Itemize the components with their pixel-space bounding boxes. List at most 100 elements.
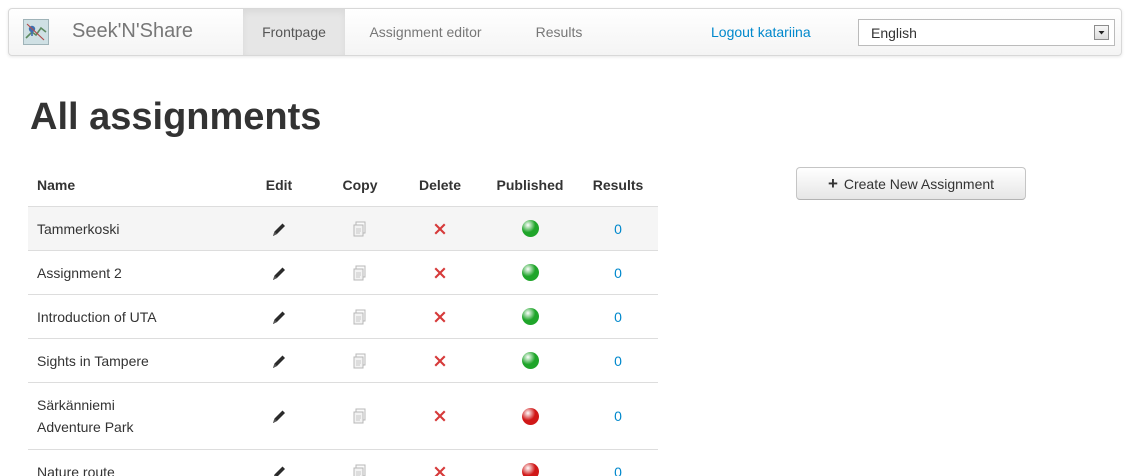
assignment-name: Sights in Tampere — [37, 352, 149, 369]
copy-cell — [322, 250, 398, 295]
dropdown-arrow-icon[interactable] — [1094, 25, 1109, 40]
assignment-name-cell: Assignment 2 — [28, 250, 236, 295]
column-header-published: Published — [496, 177, 564, 193]
edit-cell — [236, 338, 322, 383]
results-cell: 0 — [578, 250, 658, 295]
assignment-name: Tammerkoski — [37, 220, 120, 237]
brand-name[interactable]: Seek'N'Share — [72, 20, 193, 43]
tab-frontpage[interactable]: Frontpage — [243, 9, 345, 55]
pencil-icon[interactable] — [269, 219, 289, 239]
pencil-icon[interactable] — [269, 462, 289, 476]
assignments-table: Name Edit Copy Delete Published Results … — [28, 164, 658, 476]
edit-cell — [236, 250, 322, 295]
delete-x-icon[interactable] — [431, 352, 449, 370]
results-cell: 0 — [578, 382, 658, 450]
copy-icon[interactable] — [351, 220, 369, 238]
assignment-name-cell: Nature route — [28, 449, 236, 476]
published-cell — [482, 250, 578, 295]
top-navbar: Seek'N'Share Frontpage Assignment editor… — [8, 8, 1122, 56]
delete-x-icon[interactable] — [431, 463, 449, 476]
results-cell: 0 — [578, 206, 658, 251]
pencil-icon[interactable] — [269, 263, 289, 283]
table-row: Tammerkoski 0 — [28, 206, 658, 251]
delete-x-icon[interactable] — [431, 407, 449, 425]
logout-link[interactable]: Logout katariina — [711, 9, 811, 55]
published-cell — [482, 206, 578, 251]
assignment-name: Assignment 2 — [37, 264, 122, 281]
results-count-link[interactable]: 0 — [614, 408, 622, 424]
pencil-icon[interactable] — [269, 351, 289, 371]
table-row: Assignment 2 0 — [28, 250, 658, 295]
delete-x-icon[interactable] — [431, 220, 449, 238]
table-body: Tammerkoski 0 Assignment 2 0 Introduction of… — [28, 206, 658, 476]
delete-cell — [398, 206, 482, 251]
results-count-link[interactable]: 0 — [614, 309, 622, 325]
copy-icon[interactable] — [351, 264, 369, 282]
delete-cell — [398, 250, 482, 295]
delete-cell — [398, 382, 482, 450]
results-count-link[interactable]: 0 — [614, 464, 622, 476]
results-cell: 0 — [578, 338, 658, 383]
edit-cell — [236, 206, 322, 251]
plus-icon: + — [827, 174, 838, 193]
copy-cell — [322, 294, 398, 339]
copy-icon[interactable] — [351, 352, 369, 370]
delete-x-icon[interactable] — [431, 308, 449, 326]
copy-cell — [322, 449, 398, 476]
delete-x-icon[interactable] — [431, 264, 449, 282]
pencil-icon[interactable] — [269, 307, 289, 327]
copy-cell — [322, 338, 398, 383]
delete-cell — [398, 449, 482, 476]
published-cell — [482, 294, 578, 339]
copy-icon[interactable] — [351, 463, 369, 476]
copy-cell — [322, 206, 398, 251]
red-status-icon[interactable] — [521, 407, 539, 425]
table-row: Sights in Tampere 0 — [28, 338, 658, 383]
map-logo-icon[interactable] — [23, 19, 49, 45]
table-row: Särkänniemi Adventure Park 0 — [28, 382, 658, 450]
copy-cell — [322, 382, 398, 450]
tab-results[interactable]: Results — [521, 9, 597, 55]
create-button-label: Create New Assignment — [843, 175, 995, 192]
page-title: All assignments — [30, 96, 322, 138]
results-count-link[interactable]: 0 — [614, 221, 622, 237]
assignment-name-cell: Tammerkoski — [28, 206, 236, 251]
copy-icon[interactable] — [351, 308, 369, 326]
green-status-icon[interactable] — [521, 264, 539, 282]
column-header-copy: Copy — [342, 177, 378, 193]
green-status-icon[interactable] — [521, 352, 539, 370]
column-header-name: Name — [37, 177, 76, 193]
table-row: Nature route 0 — [28, 449, 658, 476]
copy-icon[interactable] — [351, 407, 369, 425]
delete-cell — [398, 338, 482, 383]
create-new-assignment-button[interactable]: + Create New Assignment — [796, 167, 1026, 200]
language-selected-value: English — [871, 25, 917, 41]
published-cell — [482, 382, 578, 450]
page: Seek'N'Share Frontpage Assignment editor… — [0, 0, 1130, 476]
results-count-link[interactable]: 0 — [614, 353, 622, 369]
red-status-icon[interactable] — [521, 463, 539, 476]
pencil-icon[interactable] — [269, 406, 289, 426]
column-header-results: Results — [592, 177, 644, 193]
assignment-name: Nature route — [37, 463, 115, 476]
assignment-name: Särkänniemi Adventure Park — [37, 397, 134, 435]
assignment-name-cell: Introduction of UTA — [28, 294, 236, 339]
edit-cell — [236, 294, 322, 339]
published-cell — [482, 338, 578, 383]
assignment-name: Introduction of UTA — [37, 308, 157, 325]
column-header-edit: Edit — [265, 177, 293, 193]
assignment-name-cell: Särkänniemi Adventure Park — [28, 382, 236, 450]
green-status-icon[interactable] — [521, 220, 539, 238]
edit-cell — [236, 382, 322, 450]
edit-cell — [236, 449, 322, 476]
table-row: Introduction of UTA 0 — [28, 294, 658, 339]
results-cell: 0 — [578, 449, 658, 476]
results-count-link[interactable]: 0 — [614, 265, 622, 281]
language-select[interactable]: English — [858, 19, 1115, 46]
delete-cell — [398, 294, 482, 339]
table-header-row: Name Edit Copy Delete Published Results — [28, 164, 658, 207]
published-cell — [482, 449, 578, 476]
assignment-name-cell: Sights in Tampere — [28, 338, 236, 383]
tab-assignment-editor[interactable]: Assignment editor — [358, 9, 493, 55]
green-status-icon[interactable] — [521, 308, 539, 326]
